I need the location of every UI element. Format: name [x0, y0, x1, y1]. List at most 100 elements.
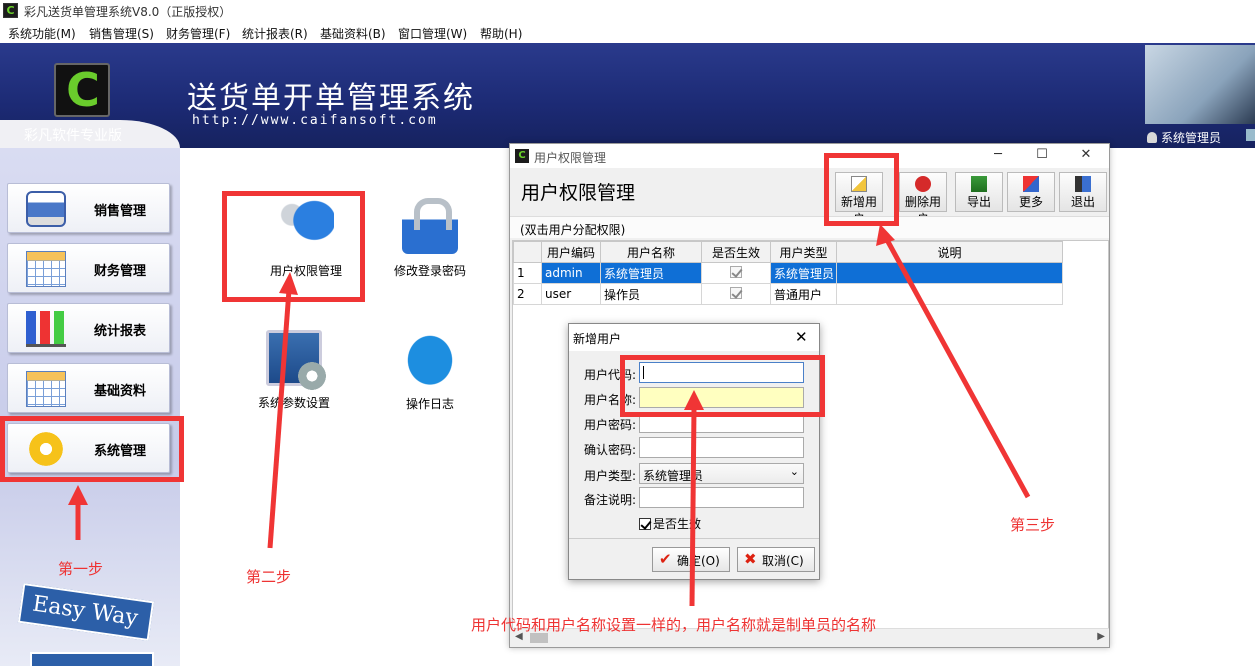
- menu-reports[interactable]: 统计报表(R): [242, 25, 308, 42]
- row-number: 2: [513, 283, 542, 305]
- monitor-icon: [1246, 129, 1255, 141]
- column-header[interactable]: 是否生效: [701, 241, 771, 263]
- column-header[interactable]: 说明: [836, 241, 1063, 263]
- delete-user-button[interactable]: 删除用户: [899, 172, 947, 226]
- ok-button[interactable]: ✔ 确定(O): [652, 547, 730, 572]
- more-button[interactable]: 更多: [1007, 172, 1055, 212]
- menu-help[interactable]: 帮助(H): [480, 25, 522, 42]
- annotation-box-step3: [824, 153, 899, 226]
- field-label: 用户类型:: [584, 469, 637, 483]
- annotation-step2: 第二步: [246, 568, 292, 586]
- ok-label: 确定(O): [677, 554, 720, 568]
- more-label: 更多: [1018, 195, 1043, 209]
- cell-type[interactable]: 普通用户: [770, 283, 837, 305]
- cell-type[interactable]: 系统管理员: [770, 262, 837, 284]
- column-header[interactable]: 用户类型: [770, 241, 837, 263]
- cell-active[interactable]: [701, 262, 771, 284]
- sidebar-item-finance[interactable]: 财务管理: [7, 243, 170, 293]
- user-table: 用户编码 用户名称 是否生效 用户类型 说明 1 admin 系统管理员 系统管…: [513, 241, 1063, 305]
- checkmark-icon: ✔: [659, 550, 672, 568]
- active-checkbox[interactable]: 是否生效: [639, 515, 701, 532]
- export-button[interactable]: 导出: [955, 172, 1003, 212]
- monitor-gear-icon: [266, 330, 327, 391]
- sidebar-item-basic-data[interactable]: 基础资料: [7, 363, 170, 413]
- dialog-title: 新增用户: [573, 332, 622, 346]
- menu-window[interactable]: 窗口管理(W): [398, 25, 467, 42]
- scroll-right-icon[interactable]: ▶: [1097, 631, 1105, 642]
- cancel-button[interactable]: ✖ 取消(C): [737, 547, 815, 572]
- brand-name: 彩凡软件专业版: [24, 128, 122, 144]
- column-header[interactable]: 用户名称: [600, 241, 702, 263]
- exit-icon: [1075, 176, 1091, 192]
- dialog-separator: [569, 538, 819, 539]
- sidebar-item-label: 统计报表: [94, 324, 147, 339]
- menu-bar: 系统功能(M) 销售管理(S) 财务管理(F) 统计报表(R) 基础资料(B) …: [0, 22, 1255, 43]
- grid-hint: (双击用户分配权限): [510, 216, 1109, 238]
- cell-code[interactable]: user: [541, 283, 601, 305]
- annotation-note: 用户代码和用户名称设置一样的，用户名称就是制单员的名称: [471, 616, 877, 634]
- table-row[interactable]: 1 admin 系统管理员 系统管理员: [513, 262, 1063, 284]
- desktop-icon-operation-log[interactable]: 操作日志: [380, 335, 480, 412]
- desktop-icon-change-password[interactable]: 修改登录密码: [380, 198, 480, 279]
- system-name: 送货单开单管理系统: [187, 81, 475, 116]
- printer-icon: [26, 191, 66, 227]
- user-icon: [1147, 132, 1157, 143]
- banner-photo: [1145, 45, 1255, 124]
- cell-name[interactable]: 系统管理员: [600, 262, 702, 284]
- exit-button[interactable]: 退出: [1059, 172, 1107, 212]
- chat-bubble-icon: [402, 335, 458, 391]
- sidebar: 销售管理 财务管理 统计报表 基础资料 系统管理 Easy Way: [0, 148, 180, 666]
- column-header[interactable]: 用户编码: [541, 241, 601, 263]
- checkbox-checked-icon: [639, 518, 651, 530]
- easy-way-sign: Easy Way: [17, 583, 155, 641]
- confirm-password-input[interactable]: [639, 437, 804, 458]
- table-header: 用户编码 用户名称 是否生效 用户类型 说明: [513, 241, 1063, 263]
- export-label: 导出: [966, 195, 991, 209]
- desktop-icon-label: 操作日志: [405, 397, 454, 411]
- export-icon: [971, 176, 987, 192]
- street-sign: [30, 652, 154, 666]
- desktop-icon-label: 修改登录密码: [393, 264, 466, 278]
- annotation-box-fields: [620, 355, 825, 417]
- annotation-step1: 第一步: [58, 560, 104, 578]
- table-row[interactable]: 2 user 操作员 普通用户: [513, 283, 1063, 305]
- spreadsheet-icon: [26, 251, 66, 287]
- current-user-name: 系统管理员: [1161, 131, 1222, 145]
- app-icon: C: [515, 149, 529, 163]
- padlock-icon: [402, 198, 458, 254]
- menu-system[interactable]: 系统功能(M): [8, 25, 76, 42]
- sidebar-item-reports[interactable]: 统计报表: [7, 303, 170, 353]
- cell-code[interactable]: admin: [541, 262, 601, 284]
- user-type-select[interactable]: 系统管理员 ⌄: [639, 463, 804, 484]
- desktop-icon-system-settings[interactable]: 系统参数设置: [244, 330, 344, 411]
- maximize-icon[interactable]: ☐: [1032, 147, 1052, 165]
- exit-label: 退出: [1070, 195, 1095, 209]
- more-icon: [1023, 176, 1039, 192]
- cancel-label: 取消(C): [762, 554, 804, 568]
- sidebar-item-sales[interactable]: 销售管理: [7, 183, 170, 233]
- cell-note[interactable]: [836, 262, 1063, 284]
- delete-icon: [915, 176, 931, 192]
- website-url: http://www.caifansoft.com: [192, 113, 438, 128]
- spreadsheet-icon: [26, 371, 66, 407]
- row-number: 1: [513, 262, 542, 284]
- annotation-box-step2: [222, 191, 365, 302]
- window-title-bar: C 用户权限管理 ─ ☐ ✕: [510, 144, 1109, 168]
- minimize-icon[interactable]: ─: [988, 147, 1008, 165]
- cell-active[interactable]: [701, 283, 771, 305]
- company-logo: C: [54, 63, 110, 117]
- annotation-box-step1: [0, 416, 184, 482]
- cell-note[interactable]: [836, 283, 1063, 305]
- cell-name[interactable]: 操作员: [600, 283, 702, 305]
- bar-chart-icon: [26, 311, 66, 347]
- menu-sales[interactable]: 销售管理(S): [89, 25, 154, 42]
- close-icon[interactable]: ✕: [795, 328, 808, 346]
- menu-basic-data[interactable]: 基础资料(B): [320, 25, 386, 42]
- close-icon[interactable]: ✕: [1076, 147, 1096, 165]
- remark-input[interactable]: [639, 487, 804, 508]
- row-number-header: [513, 241, 542, 263]
- sidebar-item-label: 财务管理: [94, 264, 147, 279]
- checkbox-checked-icon: [730, 265, 742, 278]
- checkbox-checked-icon: [730, 286, 742, 299]
- menu-finance[interactable]: 财务管理(F): [166, 25, 230, 42]
